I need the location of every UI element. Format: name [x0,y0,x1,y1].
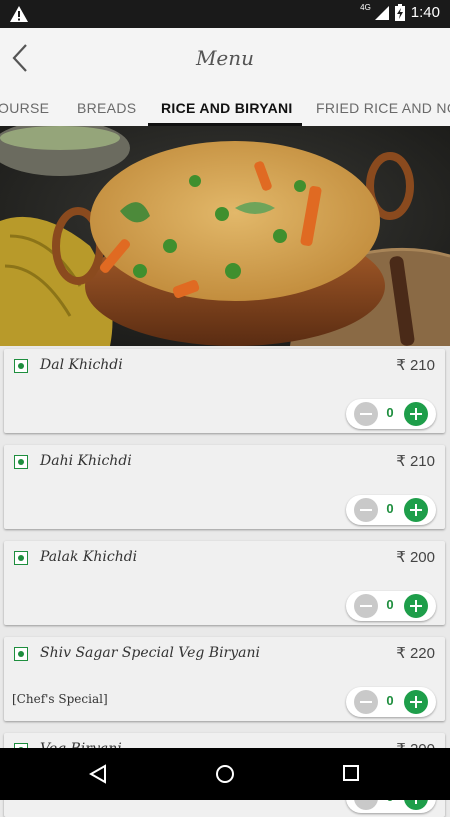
tab-fried-rice-and-noodles[interactable]: FRIED RICE AND NO [316,100,450,116]
plus-icon[interactable] [404,594,428,618]
plus-icon[interactable] [404,402,428,426]
signal-icon [374,5,389,20]
minus-icon[interactable] [354,594,378,618]
back-triangle-icon[interactable] [88,764,108,784]
menu-item-card: Dal Khichdi ₹ 210 0 [4,349,445,433]
tab-rice-and-biryani[interactable]: RICE AND BIRYANI [161,100,293,116]
quantity-stepper: 0 [346,591,436,621]
quantity-value: 0 [386,597,394,612]
veg-indicator-icon [14,455,28,469]
plus-icon[interactable] [404,690,428,714]
item-price: ₹ 200 [396,549,435,566]
category-tabs: OURSE BREADS RICE AND BIRYANI FRIED RICE… [0,88,450,126]
warning-icon [10,6,28,22]
menu-item-card: Shiv Sagar Special Veg Biryani ₹ 220 [Ch… [4,637,445,721]
item-note: [Chef's Special] [12,692,108,706]
status-bar: 4G 1:40 [0,0,450,28]
menu-item-card: Dahi Khichdi ₹ 210 0 [4,445,445,529]
minus-icon[interactable] [354,690,378,714]
item-name: Palak Khichdi [40,549,138,565]
veg-indicator-icon [14,359,28,373]
battery-icon [394,4,405,21]
menu-item-card: Palak Khichdi ₹ 200 0 [4,541,445,625]
quantity-stepper: 0 [346,399,436,429]
veg-indicator-icon [14,551,28,565]
quantity-value: 0 [386,405,394,420]
quantity-stepper: 0 [346,495,436,525]
quantity-stepper: 0 [346,687,436,717]
network-type: 4G [360,3,371,12]
biryani-bowl-image [0,126,450,346]
item-price: ₹ 210 [396,357,435,374]
tab-breads[interactable]: BREADS [77,100,136,116]
item-name: Dahi Khichdi [40,453,132,469]
recents-square-icon[interactable] [342,764,360,782]
app-bar: Menu [0,28,450,88]
veg-indicator-icon [14,647,28,661]
plus-icon[interactable] [404,498,428,522]
quantity-value: 0 [386,693,394,708]
status-time: 1:40 [410,4,440,21]
tab-main-course[interactable]: OURSE [0,100,49,116]
quantity-value: 0 [386,501,394,516]
home-circle-icon[interactable] [215,764,235,784]
item-name: Dal Khichdi [40,357,123,373]
page-title: Menu [195,46,255,70]
item-price: ₹ 210 [396,453,435,470]
minus-icon[interactable] [354,402,378,426]
item-name: Shiv Sagar Special Veg Biryani [40,645,260,661]
system-navigation-bar [0,748,450,800]
minus-icon[interactable] [354,498,378,522]
item-price: ₹ 220 [396,645,435,662]
